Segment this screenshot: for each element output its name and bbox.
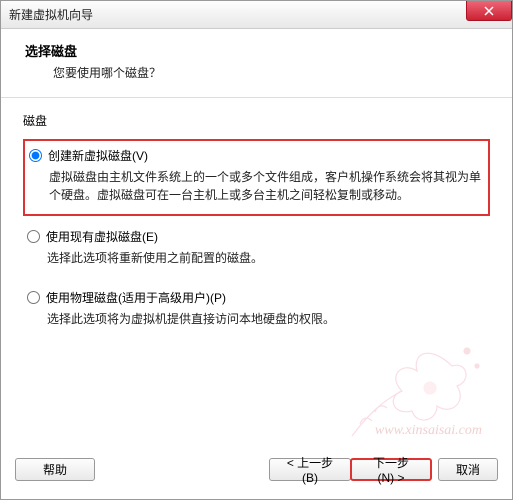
footer-buttons: 帮助 < 上一步(B) 下一步(N) > 取消 [1,450,512,489]
section-label: 磁盘 [23,112,490,129]
page-title: 选择磁盘 [25,41,488,60]
cancel-button[interactable]: 取消 [438,458,498,481]
option-label: 使用物理磁盘(适用于高级用户)(P) [46,289,226,306]
content-area: 磁盘 创建新虚拟磁盘(V) 虚拟磁盘由主机文件系统上的一个或多个文件组成，客户机… [1,98,512,348]
option-desc: 选择此选项将重新使用之前配置的磁盘。 [47,249,486,267]
radio-use-physical-disk[interactable] [27,291,40,304]
page-subtitle: 您要使用哪个磁盘？ [53,64,488,81]
disk-options-group: 创建新虚拟磁盘(V) 虚拟磁盘由主机文件系统上的一个或多个文件组成，客户机操作系… [23,137,490,348]
radio-create-new-disk[interactable] [29,149,42,162]
close-icon [484,6,494,16]
next-button[interactable]: 下一步(N) > [350,458,432,481]
option-label: 创建新虚拟磁盘(V) [48,147,148,164]
close-button[interactable] [466,1,512,21]
option-create-new-disk[interactable]: 创建新虚拟磁盘(V) 虚拟磁盘由主机文件系统上的一个或多个文件组成，客户机操作系… [23,139,490,216]
watermark-text: www.xinsaisai.com [375,423,482,439]
option-desc: 选择此选项将为虚拟机提供直接访问本地硬盘的权限。 [47,310,486,328]
back-button[interactable]: < 上一步(B) [269,458,351,481]
option-desc: 虚拟磁盘由主机文件系统上的一个或多个文件组成，客户机操作系统会将其视为单个硬盘。… [49,168,484,204]
wizard-window: 新建虚拟机向导 选择磁盘 您要使用哪个磁盘？ 磁盘 创建新虚拟磁盘(V) 虚拟磁… [0,0,513,500]
titlebar: 新建虚拟机向导 [1,1,512,29]
help-button[interactable]: 帮助 [15,458,95,481]
wizard-header: 选择磁盘 您要使用哪个磁盘？ [1,29,512,98]
option-label: 使用现有虚拟磁盘(E) [46,228,158,245]
option-use-existing-disk[interactable]: 使用现有虚拟磁盘(E) 选择此选项将重新使用之前配置的磁盘。 [23,222,490,277]
option-use-physical-disk[interactable]: 使用物理磁盘(适用于高级用户)(P) 选择此选项将为虚拟机提供直接访问本地硬盘的… [23,283,490,338]
window-title: 新建虚拟机向导 [9,6,93,23]
radio-use-existing-disk[interactable] [27,230,40,243]
